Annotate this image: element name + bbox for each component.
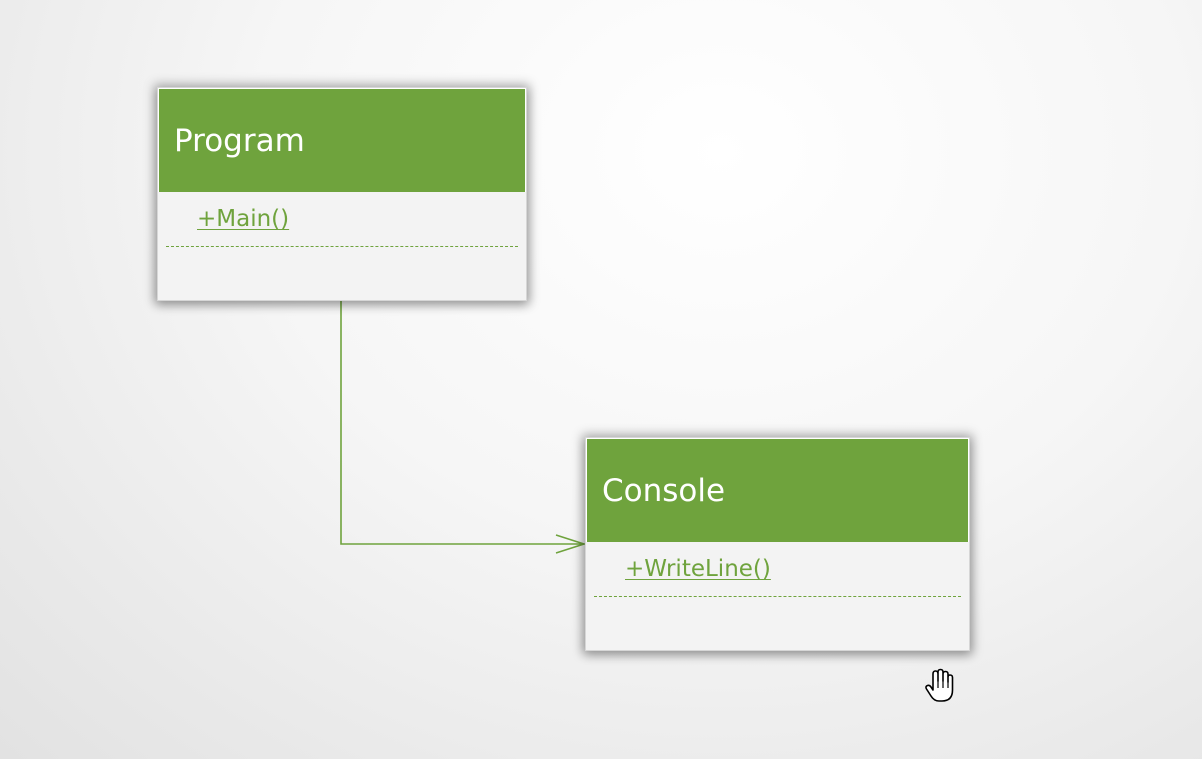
console-class-divider — [594, 596, 961, 597]
program-class-name: Program — [174, 122, 305, 159]
program-class-box[interactable]: Program +Main() — [157, 87, 527, 301]
diagram-canvas: Program +Main() Console +WriteLine() — [0, 0, 1202, 759]
console-class-name: Console — [602, 472, 726, 509]
console-class-header: Console — [586, 438, 969, 542]
program-method-main[interactable]: +Main() — [197, 206, 289, 232]
program-class-body: +Main() — [158, 192, 526, 300]
console-class-box[interactable]: Console +WriteLine() — [585, 437, 970, 651]
console-class-body: +WriteLine() — [586, 542, 969, 650]
program-class-divider — [166, 246, 518, 247]
program-class-header: Program — [158, 88, 526, 192]
console-method-writeline[interactable]: +WriteLine() — [625, 556, 771, 582]
connector-line — [340, 300, 583, 545]
hand-pointer-icon — [925, 668, 954, 702]
